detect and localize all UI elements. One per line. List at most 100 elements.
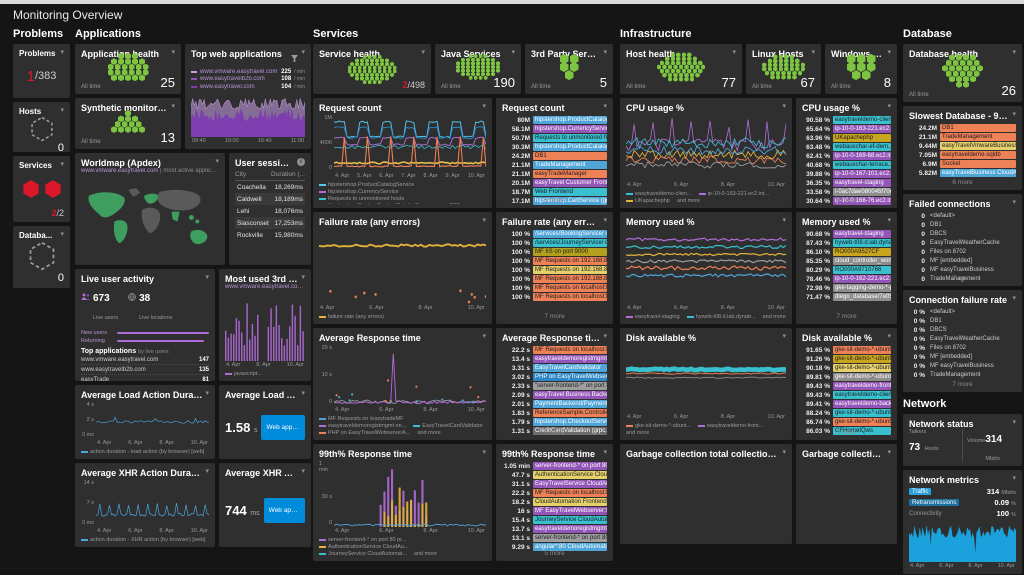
chevron-down-icon[interactable]: ▾ [482, 217, 486, 225]
avg-xhr-action-duration-chart-tile[interactable]: Average XHR Action Duration▾ 14 s7 s0 ms… [75, 463, 215, 547]
chevron-down-icon[interactable]: ▾ [603, 217, 607, 225]
list-item[interactable]: 86.10 %RO000A9527CF [802, 248, 891, 256]
disk-available-list-tile[interactable]: Disk available %▾ 91.65 %gke-sit-demo-*-… [796, 328, 897, 440]
list-item[interactable]: 87.43 %hyweb-t08.d.lab.dynatr... [802, 239, 891, 247]
chevron-down-icon[interactable]: ▾ [811, 49, 815, 57]
list-item[interactable]: www.easytravelb2b.com135 [81, 365, 209, 375]
failed-connections-tile[interactable]: Failed connections▾ 0<default>0DB10DBCS0… [903, 194, 1022, 286]
database-health-tile[interactable]: Database health▾ All time26 [903, 44, 1022, 102]
list-item[interactable]: 1.79 shipstershop.CheckoutService [502, 418, 607, 426]
disk-available-chart-tile[interactable]: Disk available %▾ 4. Apr6. Apr8. Apr10. … [620, 328, 792, 440]
list-item[interactable]: 100 %MF IIS on port 9000 [502, 248, 607, 256]
more-link[interactable]: 5 more [802, 197, 891, 204]
more-link[interactable]: 6 more [909, 179, 1016, 186]
list-item[interactable]: 0DBCS [909, 230, 1016, 238]
table-row[interactable]: Lehi18,076ms [235, 205, 305, 217]
chevron-down-icon[interactable]: ▾ [301, 49, 305, 57]
list-item[interactable]: 0 %EasyTravelWeatherCache [909, 335, 1016, 343]
chevron-down-icon[interactable]: ▾ [887, 217, 891, 225]
memory-used-list-tile[interactable]: Memory used %▾ 90.68 %easytravel-staging… [796, 212, 897, 324]
list-item[interactable]: 47.7 sAuthenticationService Cloud... [502, 471, 607, 479]
cpu-usage-list-tile[interactable]: CPU usage %▾ 90.58 %easytraveldemo-clien… [796, 98, 897, 208]
list-item[interactable]: 90.18 %gke-sit-demo-*-ubunt... [802, 364, 891, 372]
chevron-down-icon[interactable]: ▾ [1012, 199, 1016, 207]
garbage-collection-list-tile[interactable]: Garbage collection to...▾ [796, 444, 897, 544]
list-item[interactable]: 0MF [embedded] [909, 257, 1016, 265]
user-sessions-tile[interactable]: User sessions qu...i CityDuration (... C… [229, 153, 311, 265]
list-item[interactable]: 100 %/services/JourneyService/ on po... [502, 239, 607, 247]
chevron-down-icon[interactable]: ▾ [301, 274, 305, 282]
list-item[interactable]: www.easytravelb2b.com108/ min [191, 76, 305, 82]
avg-response-time-chart-tile[interactable]: Average Response time▾ 20 s10 s0 4. Apr6… [313, 328, 492, 440]
failure-rate-list-tile[interactable]: Failure rate (any errors)▾ 100 %/service… [496, 212, 613, 324]
chevron-down-icon[interactable]: ▾ [782, 217, 786, 225]
chevron-down-icon[interactable]: ▾ [887, 103, 891, 111]
top-web-applications-tile[interactable]: Top web applications ▾ www.vmware.easytr… [185, 44, 311, 149]
list-item[interactable]: 3.02 sPHP on EasyTravelWebserverA... [502, 373, 607, 381]
application-link[interactable]: www.vmware.easytravel.com [81, 168, 158, 174]
more-link[interactable]: 7 more [909, 275, 1016, 282]
database-problems-tile[interactable]: Databa...▾ 0 [13, 226, 70, 288]
more-link[interactable]: 7 more [909, 381, 1016, 388]
network-status-tile[interactable]: Network status▾ Talkers 73 Hosts Volume3… [903, 414, 1022, 466]
list-item[interactable]: 90.68 %easytravel-staging [802, 230, 891, 238]
list-item[interactable]: 63.96 %UKapachephp [802, 134, 891, 142]
chevron-down-icon[interactable]: ▾ [603, 49, 607, 57]
list-item[interactable]: 24.2MDB1 [502, 152, 607, 160]
chevron-down-icon[interactable]: ▾ [171, 49, 175, 57]
list-item[interactable]: 36.35 %easytravel-staging [802, 179, 891, 187]
list-item[interactable]: 2.33 s"server-frontend-*" on port 80 pr.… [502, 382, 607, 390]
list-item[interactable]: 100 %/services/BookingService/ on p... [502, 230, 607, 238]
list-item[interactable]: 2.09 seasyTravel Business Backend [502, 391, 607, 399]
list-item[interactable]: 91.26 %gke-sit-demo-*-ubunt... [802, 355, 891, 363]
linux-hosts-tile[interactable]: Linux Hosts▾ All time67 [746, 44, 821, 94]
list-item[interactable]: 0<default> [909, 212, 1016, 220]
list-item[interactable]: 0 %TradeManagement [909, 371, 1016, 379]
list-item[interactable]: easyTrade81 [81, 375, 209, 381]
list-item[interactable]: 86.74 %gke-sit-demo-*-ubunt... [802, 418, 891, 426]
garbage-collection-chart-tile[interactable]: Garbage collection total collection time… [620, 444, 792, 544]
list-item[interactable]: 3.31 sEasyTravelCardValidator [502, 364, 607, 372]
list-item[interactable]: 0Files on 8702 [909, 248, 1016, 256]
java-services-tile[interactable]: Java Services▾ All time190 [435, 44, 521, 94]
chevron-down-icon[interactable]: ▾ [511, 49, 515, 57]
services-problems-tile[interactable]: Services▾ 2/2 [13, 156, 70, 222]
list-item[interactable]: 18.7MWeb Frontend [502, 188, 607, 196]
list-item[interactable]: 62.41 %ip-10-0-169-68.ec2.int... [802, 152, 891, 160]
list-item[interactable]: www.easytravel.com104/ min [191, 84, 305, 90]
more-link[interactable]: 5 more [502, 197, 607, 204]
list-item[interactable]: 78.46 %ip-10-0-162-221.ec2.int... [802, 275, 891, 283]
list-item[interactable]: 13.7 seasytraveldemoregistmgmt o... [502, 525, 607, 533]
chevron-down-icon[interactable]: ▾ [482, 103, 486, 111]
list-item[interactable]: 22.2 sMF Requests on localhost:8381 [502, 489, 607, 497]
web-application-button[interactable]: Web applicati... [264, 498, 305, 523]
list-item[interactable]: 31.1 sEasyTravelService CloudAuto... [502, 480, 607, 488]
list-item[interactable]: www.vmware.easytravel.com147 [81, 355, 209, 365]
list-item[interactable]: 0 %DBCS [909, 326, 1016, 334]
table-row[interactable]: Rockville15,980ms [235, 229, 305, 241]
list-item[interactable]: 100 %MF Requests on 192.168.83.243:26 [502, 266, 607, 274]
list-item[interactable]: 21.1MTradeManagement [909, 133, 1016, 141]
list-item[interactable]: 6.9MSocket [909, 160, 1016, 168]
list-item[interactable]: 30.3Mhipstershop.ProductCatalogSe... [502, 143, 607, 151]
list-item[interactable]: 100 %MF Requests on localhost:8381 [502, 284, 607, 292]
more-link[interactable]: 7 more [502, 313, 607, 320]
list-item[interactable]: 0 %MF [embedded] [909, 353, 1016, 361]
list-item[interactable]: 24.2MDB1 [909, 124, 1016, 132]
p99-response-time-chart-tile[interactable]: 99th% Response time▾ 1 min30 s0 4. Apr6.… [313, 444, 492, 561]
avg-load-action-value-tile[interactable]: Average Load Ac...▾ 1.58 s Web applicati… [219, 385, 311, 459]
list-item[interactable]: 1.05 minserver-frontend-* on port 80... [502, 462, 607, 470]
chevron-down-icon[interactable]: ▾ [732, 49, 736, 57]
table-row[interactable]: Coachella18,269ms [235, 181, 305, 193]
chevron-down-icon[interactable]: ▾ [1012, 49, 1016, 57]
chevron-down-icon[interactable]: ▾ [60, 161, 64, 169]
list-item[interactable]: 100 %MF Requests on localhost:8381 [502, 293, 607, 301]
list-item[interactable]: 80Mhipstershop.ProductCatalogSe... [502, 116, 607, 124]
avg-load-action-duration-chart-tile[interactable]: Average Load Action Duration▾ 4 s2 s0 ms… [75, 385, 215, 459]
list-item[interactable]: 15.4 sJourneyService CloudAutom... [502, 516, 607, 524]
chevron-down-icon[interactable]: ▾ [782, 103, 786, 111]
service-health-tile[interactable]: Service health▾ 2/498 [313, 44, 431, 94]
synthetic-monitor-health-tile[interactable]: Synthetic monitor health▾ All time13 [75, 98, 181, 149]
list-item[interactable]: 80.29 %RO000A9710766 [802, 266, 891, 274]
list-item[interactable]: 0 %<default> [909, 308, 1016, 316]
